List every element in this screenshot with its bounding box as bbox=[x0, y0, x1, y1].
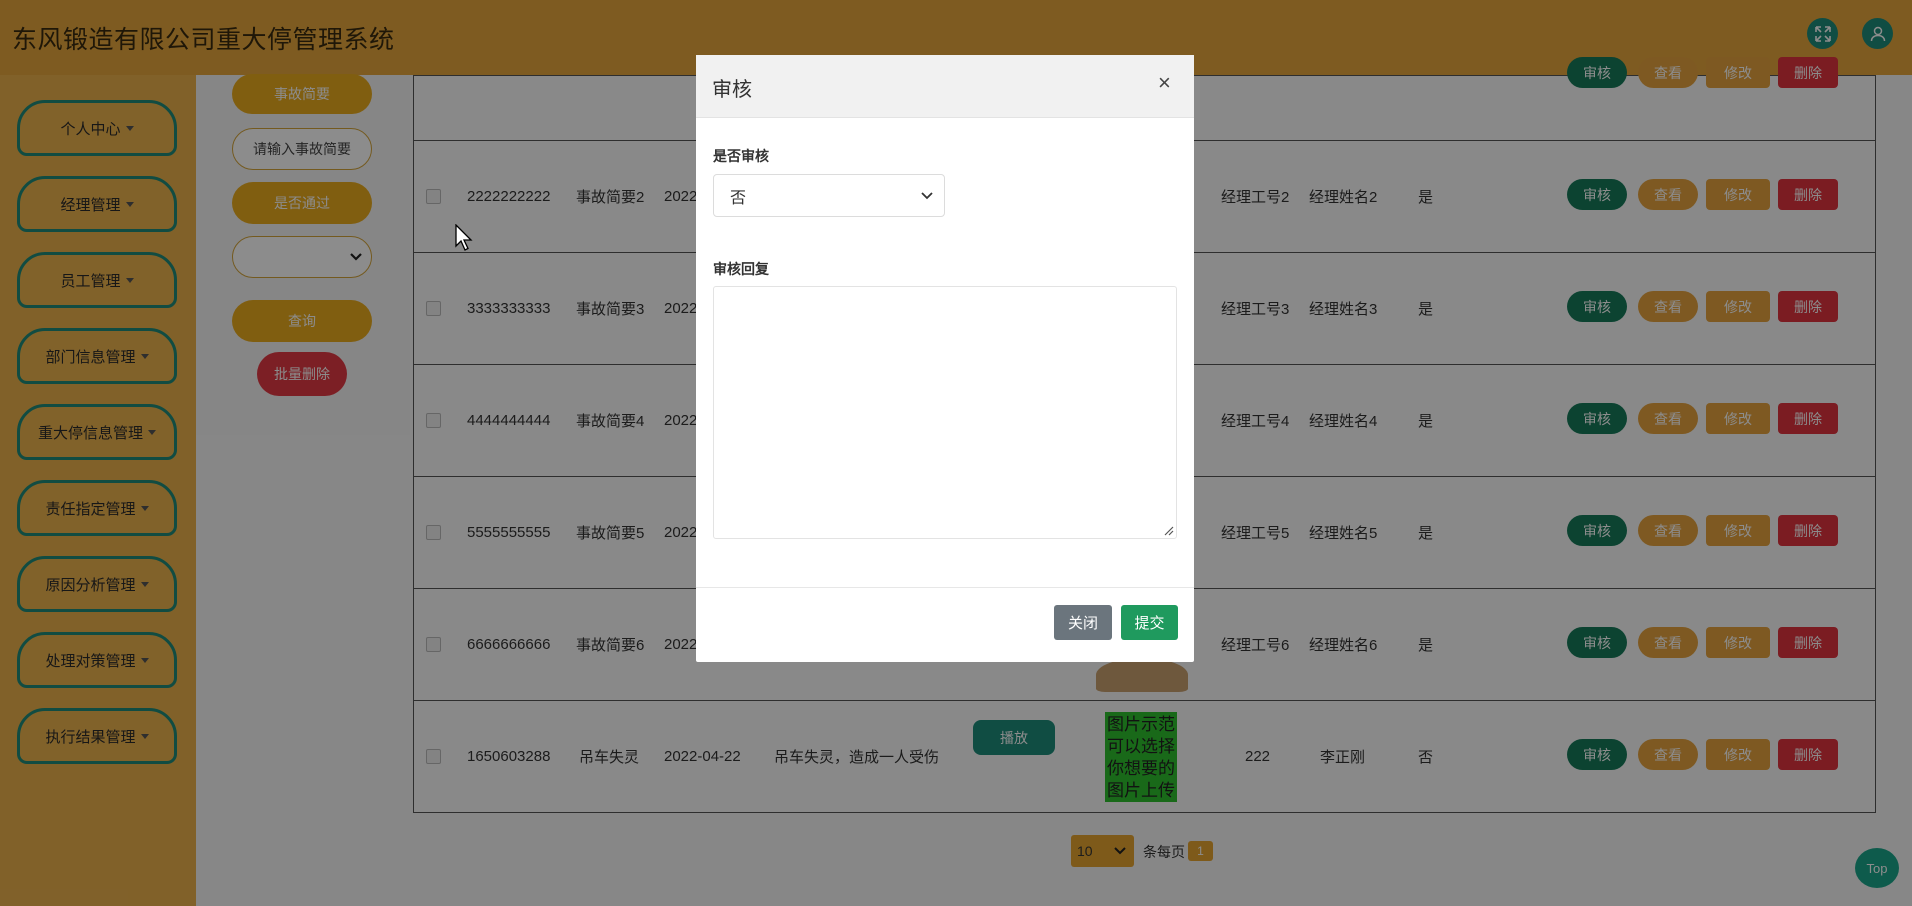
audit-select-value: 否 bbox=[730, 189, 747, 207]
close-button[interactable]: 关闭 bbox=[1054, 605, 1112, 640]
audit-modal: 审核 × 是否审核 否 审核回复 关闭 提交 bbox=[696, 55, 1194, 662]
close-icon[interactable]: × bbox=[1158, 70, 1171, 96]
modal-title: 审核 bbox=[712, 79, 752, 101]
mouse-cursor-icon bbox=[455, 224, 473, 251]
reply-field-label: 审核回复 bbox=[713, 261, 769, 277]
audit-select[interactable]: 否 bbox=[713, 174, 945, 217]
modal-header: 审核 × bbox=[696, 55, 1194, 118]
submit-button[interactable]: 提交 bbox=[1121, 605, 1178, 640]
chevron-down-icon bbox=[921, 191, 933, 199]
modal-footer-divider bbox=[696, 587, 1194, 588]
audit-field-label: 是否审核 bbox=[713, 148, 769, 164]
resize-handle-icon[interactable] bbox=[1164, 526, 1174, 536]
reply-textarea[interactable] bbox=[713, 286, 1177, 539]
